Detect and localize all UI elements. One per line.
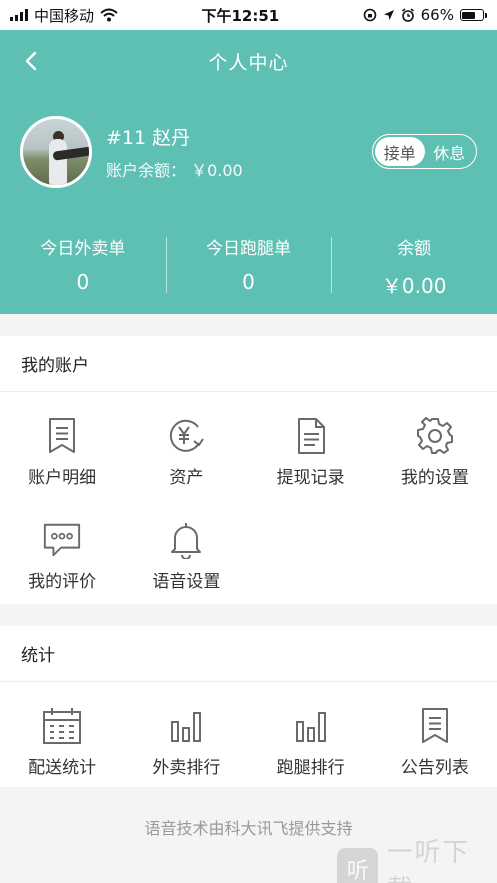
bookmark-list-icon — [49, 418, 76, 453]
battery-icon — [459, 9, 487, 21]
avatar[interactable] — [20, 116, 92, 188]
stat-label: 余额 — [397, 239, 432, 259]
withdrawal-records-button[interactable]: 提现记录 — [249, 392, 373, 496]
today-stats: 今日外卖单 0 今日跑腿单 0 余额 ￥0.00 — [0, 234, 497, 298]
bookmark-list-icon — [421, 708, 448, 743]
calendar-icon — [43, 708, 82, 744]
watermark-badge: 听 — [337, 848, 379, 883]
takeout-ranking-button[interactable]: 外卖排行 — [124, 682, 248, 786]
account-details-button[interactable]: 账户明细 — [0, 392, 124, 496]
errand-ranking-button[interactable]: 跑腿排行 — [249, 682, 373, 786]
account-balance: 账户余额： ￥0.00 — [106, 157, 243, 181]
balance-value: ￥0.00 — [191, 161, 243, 180]
user-name: #11 赵丹 — [106, 127, 191, 149]
watermark-text: 一听下载 — [386, 838, 471, 883]
bar-chart-icon — [295, 712, 326, 742]
assets-button[interactable]: 资产 — [124, 392, 248, 496]
cell-label: 提现记录 — [276, 468, 345, 488]
cell-label: 语音设置 — [152, 572, 221, 592]
page-title: 个人中心 — [208, 51, 289, 74]
section-title: 我的账户 — [0, 336, 497, 392]
stat-errand-orders[interactable]: 今日跑腿单 0 — [165, 234, 332, 294]
announcement-list-button[interactable]: 公告列表 — [373, 682, 497, 786]
my-settings-button[interactable]: 我的设置 — [373, 392, 497, 496]
toggle-accept-orders[interactable]: 接单 — [375, 137, 425, 166]
account-grid: 账户明细 资产 提现记录 我的设置 我的评价 语音设置 — [0, 392, 497, 600]
stat-takeout-orders[interactable]: 今日外卖单 0 — [0, 234, 166, 294]
cell-label: 外卖排行 — [152, 758, 221, 778]
stat-value: 0 — [76, 270, 90, 294]
section-title: 统计 — [0, 626, 497, 682]
stat-label: 今日跑腿单 — [206, 239, 291, 259]
delivery-stats-button[interactable]: 配送统计 — [0, 682, 124, 786]
chat-bubble-icon — [44, 523, 81, 557]
status-bar: 中国移动 下午12:51 66% — [0, 0, 497, 30]
work-status-toggle[interactable]: 接单 休息 — [372, 134, 477, 169]
cell-label: 我的设置 — [400, 468, 469, 488]
yuan-refresh-icon — [170, 419, 205, 452]
my-reviews-button[interactable]: 我的评价 — [0, 496, 124, 600]
status-right: 66% — [363, 6, 487, 24]
cell-label: 配送统计 — [28, 758, 97, 778]
clock-text: 下午12:51 — [201, 6, 280, 25]
stat-balance[interactable]: 余额 ￥0.00 — [331, 234, 497, 298]
lock-rotation-icon — [363, 8, 376, 22]
gear-icon — [416, 417, 453, 454]
status-left: 中国移动 — [10, 5, 118, 26]
chevron-left-icon — [25, 51, 37, 71]
cell-label: 我的评价 — [28, 572, 97, 592]
voice-settings-button[interactable]: 语音设置 — [124, 496, 248, 600]
carrier-text: 中国移动 — [34, 6, 95, 25]
profile-info: #11 赵丹 账户余额： ￥0.00 — [106, 123, 243, 181]
location-icon — [383, 10, 394, 20]
user-profile: #11 赵丹 账户余额： ￥0.00 — [20, 116, 243, 188]
bell-icon — [171, 523, 202, 559]
toggle-rest[interactable]: 休息 — [425, 137, 475, 166]
back-button[interactable] — [14, 44, 48, 78]
statistics-section: 统计 配送统计 外卖排行 跑腿排行 公告列表 — [0, 626, 497, 787]
cell-label: 跑腿排行 — [276, 758, 345, 778]
document-icon — [297, 418, 325, 454]
cell-label: 账户明细 — [28, 468, 97, 488]
bar-chart-icon — [171, 712, 202, 742]
signal-icon — [10, 9, 28, 21]
stat-label: 今日外卖单 — [40, 239, 126, 259]
stat-value: ￥0.00 — [381, 274, 447, 298]
nav-bar: 个人中心 — [0, 30, 497, 92]
balance-label: 账户余额： — [106, 161, 187, 180]
battery-percent: 66% — [420, 6, 454, 24]
alarm-icon — [401, 8, 414, 22]
wifi-icon — [100, 8, 118, 22]
statistics-grid: 配送统计 外卖排行 跑腿排行 公告列表 — [0, 682, 497, 786]
my-account-section: 我的账户 账户明细 资产 提现记录 我的设置 我的评价 语音设置 — [0, 336, 497, 604]
cell-label: 公告列表 — [400, 758, 469, 778]
watermark: 听 一听下载 — [337, 832, 497, 883]
profile-header: 个人中心 #11 赵丹 账户余额： ￥0.00 接单 休息 今日外卖单 0 今日… — [0, 30, 497, 314]
cell-label: 资产 — [169, 468, 204, 488]
stat-value: 0 — [242, 270, 255, 294]
